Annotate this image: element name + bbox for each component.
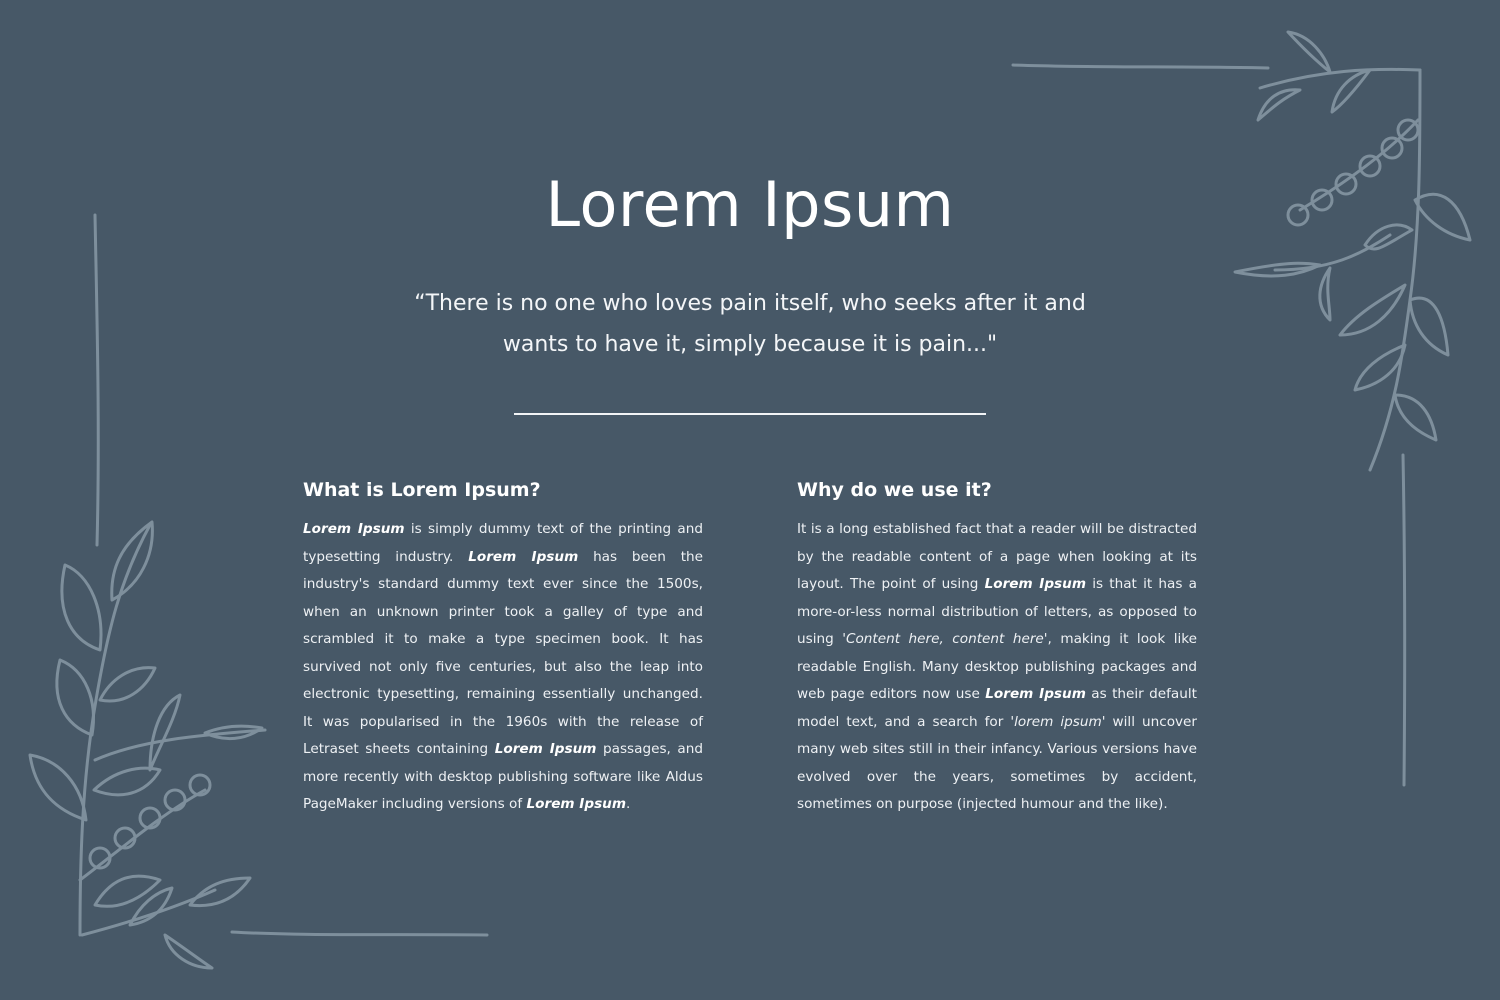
quote: “There is no one who loves pain itself, … [400, 283, 1100, 365]
quote-line-1: “There is no one who loves pain itself, … [414, 291, 1086, 316]
bold-phrase: Lorem Ipsum [526, 796, 627, 812]
right-column: Why do we use it? It is a long establish… [797, 476, 1197, 819]
left-column: What is Lorem Ipsum? Lorem Ipsum is simp… [303, 476, 703, 819]
bold-phrase: Lorem Ipsum [303, 521, 405, 537]
italic-phrase: 'lorem ipsum' [1010, 713, 1106, 730]
text-run: has been the industry's standard dummy t… [303, 548, 704, 758]
italic-phrase: 'Content here, content here' [842, 631, 1048, 647]
right-column-heading: Why do we use it? [797, 479, 992, 501]
bold-phrase: Lorem Ipsum [984, 576, 1086, 592]
quote-line-2: wants to have it, simply because it is p… [502, 332, 998, 357]
floral-decoration [28, 30, 1472, 970]
right-column-paragraph: It is a long established fact that a rea… [797, 516, 1197, 819]
page: Lorem Ipsum “There is no one who loves p… [0, 0, 1500, 1000]
bold-phrase: Lorem Ipsum [468, 548, 579, 565]
left-column-heading: What is Lorem Ipsum? [303, 479, 541, 501]
text-run: . [626, 796, 631, 812]
page-title: Lorem Ipsum [545, 168, 955, 241]
bold-phrase: Lorem Ipsum [985, 686, 1086, 702]
bold-phrase: Lorem Ipsum [494, 741, 597, 757]
left-column-paragraph: Lorem Ipsum is simply dummy text of the … [303, 516, 703, 819]
divider [514, 413, 986, 415]
